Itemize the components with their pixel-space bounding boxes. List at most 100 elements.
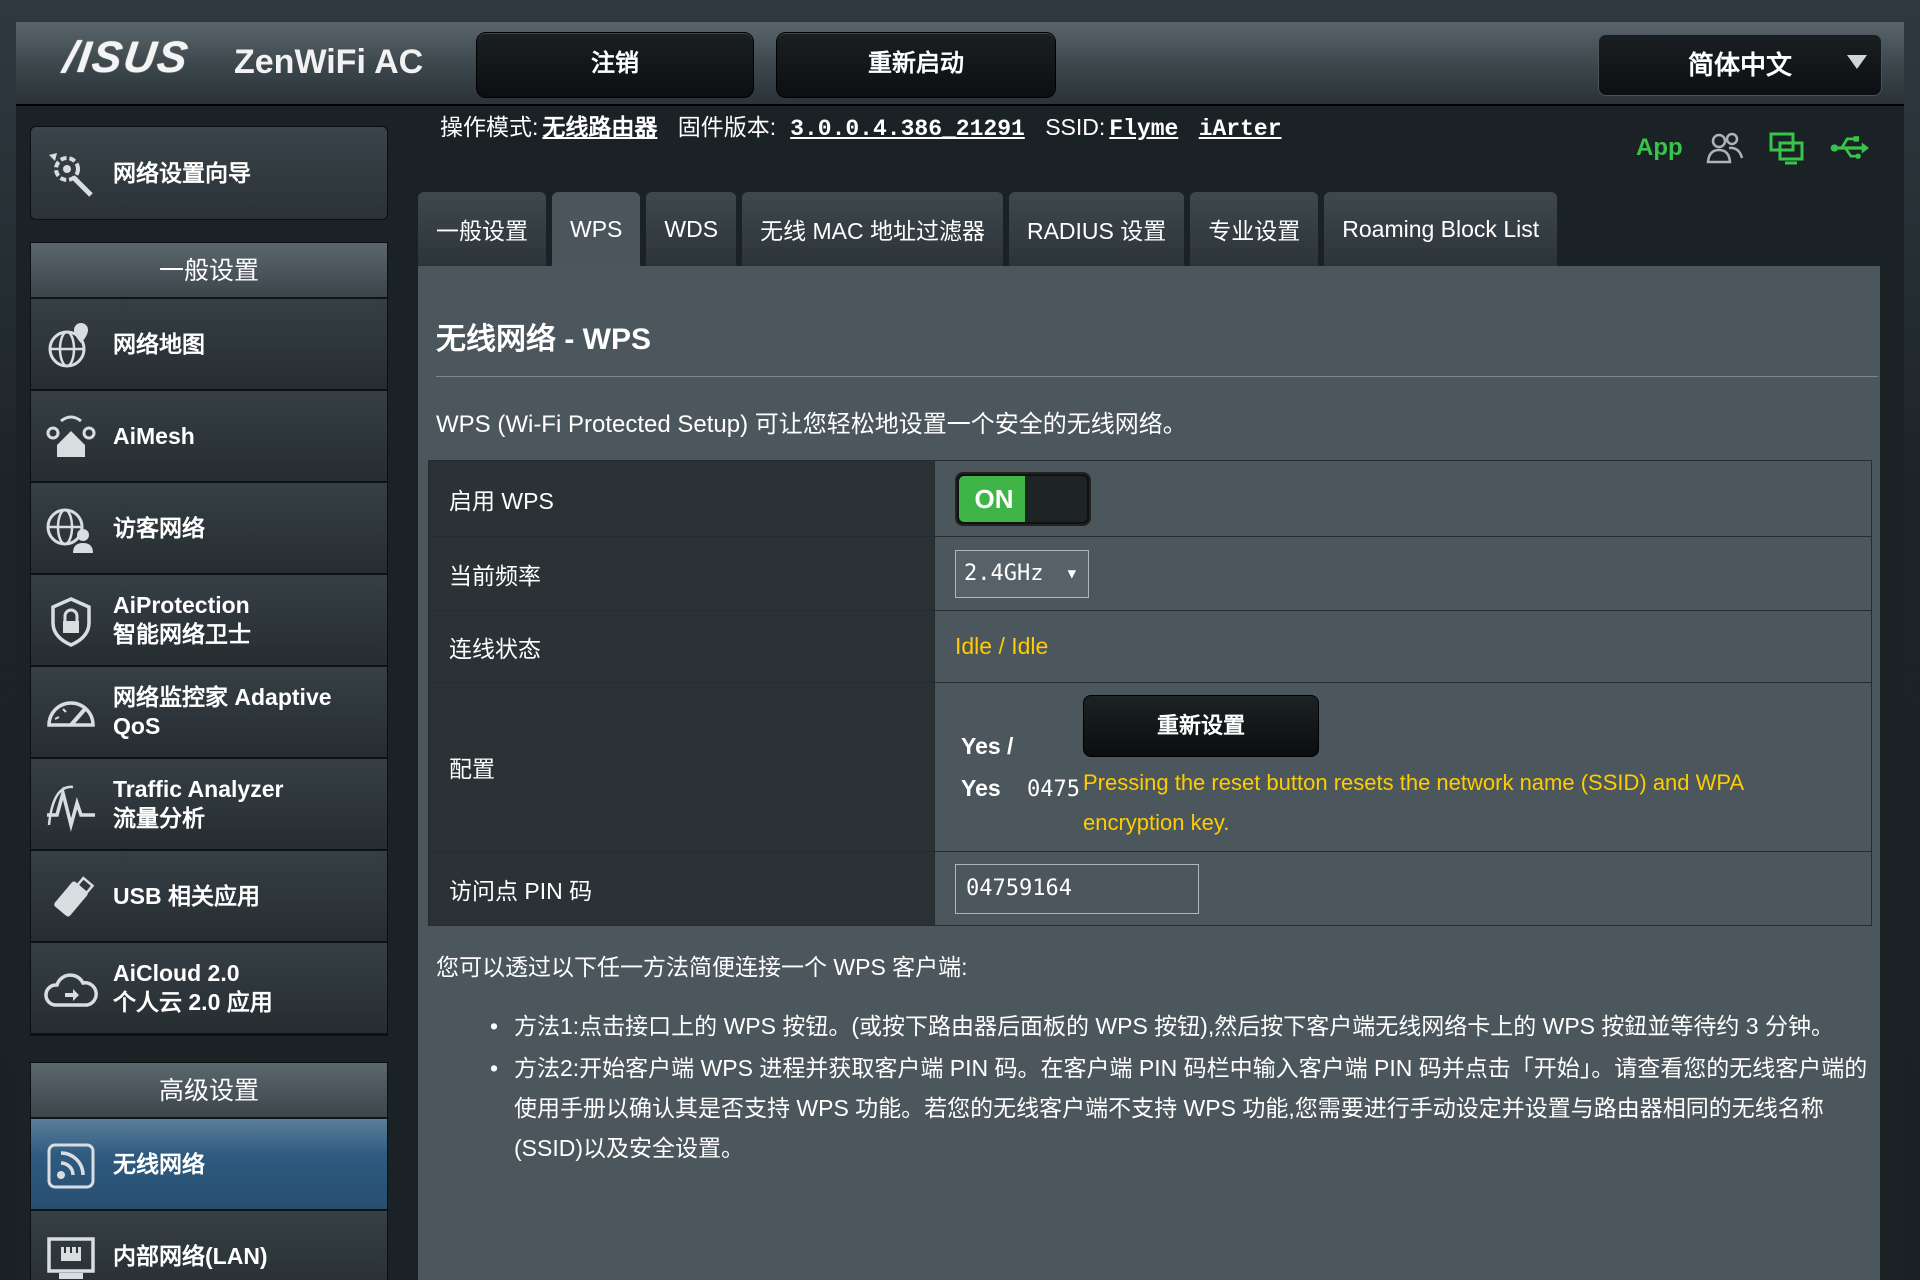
sidebar-item-sublabel: 智能网络卫士 <box>113 621 251 647</box>
status-icons: App <box>1636 128 1869 168</box>
page-description: WPS (Wi-Fi Protected Setup) 可让您轻松地设置一个安全… <box>436 411 1187 438</box>
band-value: 2.4GHz <box>964 560 1044 586</box>
chevron-down-icon <box>1847 55 1867 69</box>
sidebar-item-network-map[interactable]: 网络地图 <box>31 299 387 391</box>
reset-button[interactable]: 重新设置 <box>1083 695 1319 757</box>
methods-list: 方法1:点击接口上的 WPS 按钮。(或按下路由器后面板的 WPS 按钮),然后… <box>490 1006 1870 1170</box>
sidebar-item-label: AiMesh <box>113 422 195 449</box>
connection-state-value: Idle / Idle <box>955 633 1049 659</box>
model-name: ZenWiFi AC <box>234 43 424 81</box>
sidebar-item-sublabel: 个人云 2.0 应用 <box>113 989 273 1015</box>
config-status-2: Yes <box>961 775 1001 801</box>
network-map-icon <box>48 323 88 368</box>
sidebar-item-label: USB 相关应用 <box>113 882 260 909</box>
lan-icon <box>47 1237 95 1279</box>
config-label: 配置 <box>428 682 935 852</box>
wizard-icon <box>49 153 93 197</box>
tab-roaming-block-list[interactable]: Roaming Block List <box>1324 192 1558 266</box>
table-row: 启用 WPS ON <box>428 460 1872 537</box>
sidebar-general-header: 一般设置 <box>31 243 387 299</box>
guest-network-icon <box>46 508 93 553</box>
reboot-button[interactable]: 重新启动 <box>776 32 1056 98</box>
aiprotection-icon <box>51 597 91 647</box>
sidebar-item-lan[interactable]: 内部网络(LAN) <box>31 1211 387 1280</box>
sidebar-item-qos[interactable]: 网络监控家 Adaptive QoS <box>31 667 387 759</box>
sidebar-item-sublabel: QoS <box>113 713 161 739</box>
tab-wds[interactable]: WDS <box>646 192 737 266</box>
sidebar-item-guest-network[interactable]: 访客网络 <box>31 483 387 575</box>
toggle-knob <box>1025 475 1087 522</box>
page-title: 无线网络 - WPS <box>436 323 651 356</box>
sidebar-item-traffic-analyzer[interactable]: Traffic Analyzer 流量分析 <box>31 759 387 851</box>
usb-status-icon[interactable] <box>1829 130 1869 166</box>
sidebar-item-label: AiProtection <box>113 592 250 618</box>
sidebar-item-usb[interactable]: USB 相关应用 <box>31 851 387 943</box>
usb-icon <box>54 876 95 917</box>
mode-link[interactable]: 无线路由器 <box>542 114 657 140</box>
mode-label: 操作模式: <box>440 114 539 140</box>
sidebar-advanced-header: 高级设置 <box>31 1063 387 1119</box>
ap-pin-field[interactable]: 04759164 <box>955 863 1199 914</box>
app-link[interactable]: App <box>1636 134 1683 162</box>
band-select[interactable]: 2.4GHz ▼ <box>955 549 1089 598</box>
sidebar-item-wizard[interactable]: 网络设置向导 <box>30 126 388 220</box>
methods-intro: 您可以透过以下任一方法简便连接一个 WPS 客户端: <box>436 954 968 980</box>
traffic-analyzer-icon <box>47 785 95 832</box>
firmware-label: 固件版本: <box>677 114 777 140</box>
list-item: 方法2:开始客户端 WPS 进程并获取客户端 PIN 码。在客户端 PIN 码栏… <box>490 1048 1870 1168</box>
sidebar-item-label: 内部网络(LAN) <box>113 1242 268 1269</box>
table-row: 连线状态 Idle / Idle <box>428 610 1872 683</box>
wireless-icon <box>47 1143 95 1189</box>
config-pin-fragment: 0475 <box>1027 777 1080 802</box>
logout-button[interactable]: 注销 <box>476 32 754 98</box>
language-select[interactable]: 简体中文 <box>1598 34 1882 96</box>
aicloud-icon <box>44 973 98 1007</box>
ssid-link-2[interactable]: iArter <box>1199 116 1282 142</box>
table-row: 访问点 PIN 码 04759164 <box>428 851 1872 926</box>
tab-general[interactable]: 一般设置 <box>418 192 546 266</box>
reset-hint: Pressing the reset button resets the net… <box>1083 770 1743 835</box>
sidebar-advanced-section: 高级设置 无线网络 内部网络(LAN) <box>30 1062 388 1280</box>
wireless-tabs: 一般设置 WPS WDS 无线 MAC 地址过滤器 RADIUS 设置 专业设置… <box>418 192 1558 266</box>
tab-radius[interactable]: RADIUS 设置 <box>1008 192 1185 266</box>
tab-professional[interactable]: 专业设置 <box>1190 192 1319 266</box>
sidebar-item-sublabel: 流量分析 <box>113 805 205 831</box>
list-item: 方法1:点击接口上的 WPS 按钮。(或按下路由器后面板的 WPS 按钮),然后… <box>490 1006 1870 1046</box>
users-icon[interactable] <box>1705 130 1745 166</box>
sidebar-general-section: 一般设置 网络地图 AiMesh 访客网络 AiProtection 智能网络卫… <box>30 242 388 1036</box>
language-value: 简体中文 <box>1687 50 1792 80</box>
sidebar-item-label: Traffic Analyzer <box>113 776 284 802</box>
sidebar-item-aimesh[interactable]: AiMesh <box>31 391 387 483</box>
sidebar-item-label: AiCloud 2.0 <box>113 960 240 986</box>
sidebar-item-label: 访客网络 <box>113 514 205 541</box>
band-label: 当前频率 <box>428 536 935 611</box>
toggle-on-label: ON <box>959 475 1029 522</box>
wps-panel: 无线网络 - WPS WPS (Wi-Fi Protected Setup) 可… <box>418 266 1880 1280</box>
sidebar-item-label: 网络监控家 Adaptive <box>113 684 332 710</box>
config-status-1: Yes / <box>961 733 1014 759</box>
qos-icon <box>47 701 95 727</box>
ssid-link-1[interactable]: Flyme <box>1109 116 1178 142</box>
tab-mac-filter[interactable]: 无线 MAC 地址过滤器 <box>742 192 1003 266</box>
ssid-label: SSID: <box>1045 114 1106 140</box>
network-status-icon[interactable] <box>1767 130 1807 166</box>
connection-state-label: 连线状态 <box>428 610 935 683</box>
ap-pin-label: 访问点 PIN 码 <box>428 851 935 926</box>
enable-wps-label: 启用 WPS <box>428 460 935 537</box>
aimesh-icon <box>46 415 96 457</box>
wps-settings-table: 启用 WPS ON 当前频率 2.4GHz ▼ 连线状态 Idle / Idle <box>428 460 1872 926</box>
tab-wps[interactable]: WPS <box>552 192 641 266</box>
enable-wps-toggle[interactable]: ON <box>955 471 1091 526</box>
sidebar-item-aiprotection[interactable]: AiProtection 智能网络卫士 <box>31 575 387 667</box>
sidebar-item-label: 网络地图 <box>113 330 205 357</box>
asus-logo[interactable]: /ISUS <box>61 33 206 82</box>
chevron-down-icon: ▼ <box>1067 565 1076 582</box>
sidebar-item-label: 网络设置向导 <box>113 159 251 186</box>
table-row: 配置 Yes / Yes 0475 重新设置 Pressing the rese… <box>428 682 1872 852</box>
firmware-link[interactable]: 3.0.0.4.386_21291 <box>790 116 1025 142</box>
sidebar-item-label: 无线网络 <box>113 1150 205 1177</box>
sidebar-item-aicloud[interactable]: AiCloud 2.0 个人云 2.0 应用 <box>31 943 387 1035</box>
status-bar: 操作模式: 无线路由器 固件版本: 3.0.0.4.386_21291 SSID: F… <box>440 110 1296 146</box>
sidebar-item-wireless[interactable]: 无线网络 <box>31 1119 387 1211</box>
title-divider <box>436 376 1878 377</box>
